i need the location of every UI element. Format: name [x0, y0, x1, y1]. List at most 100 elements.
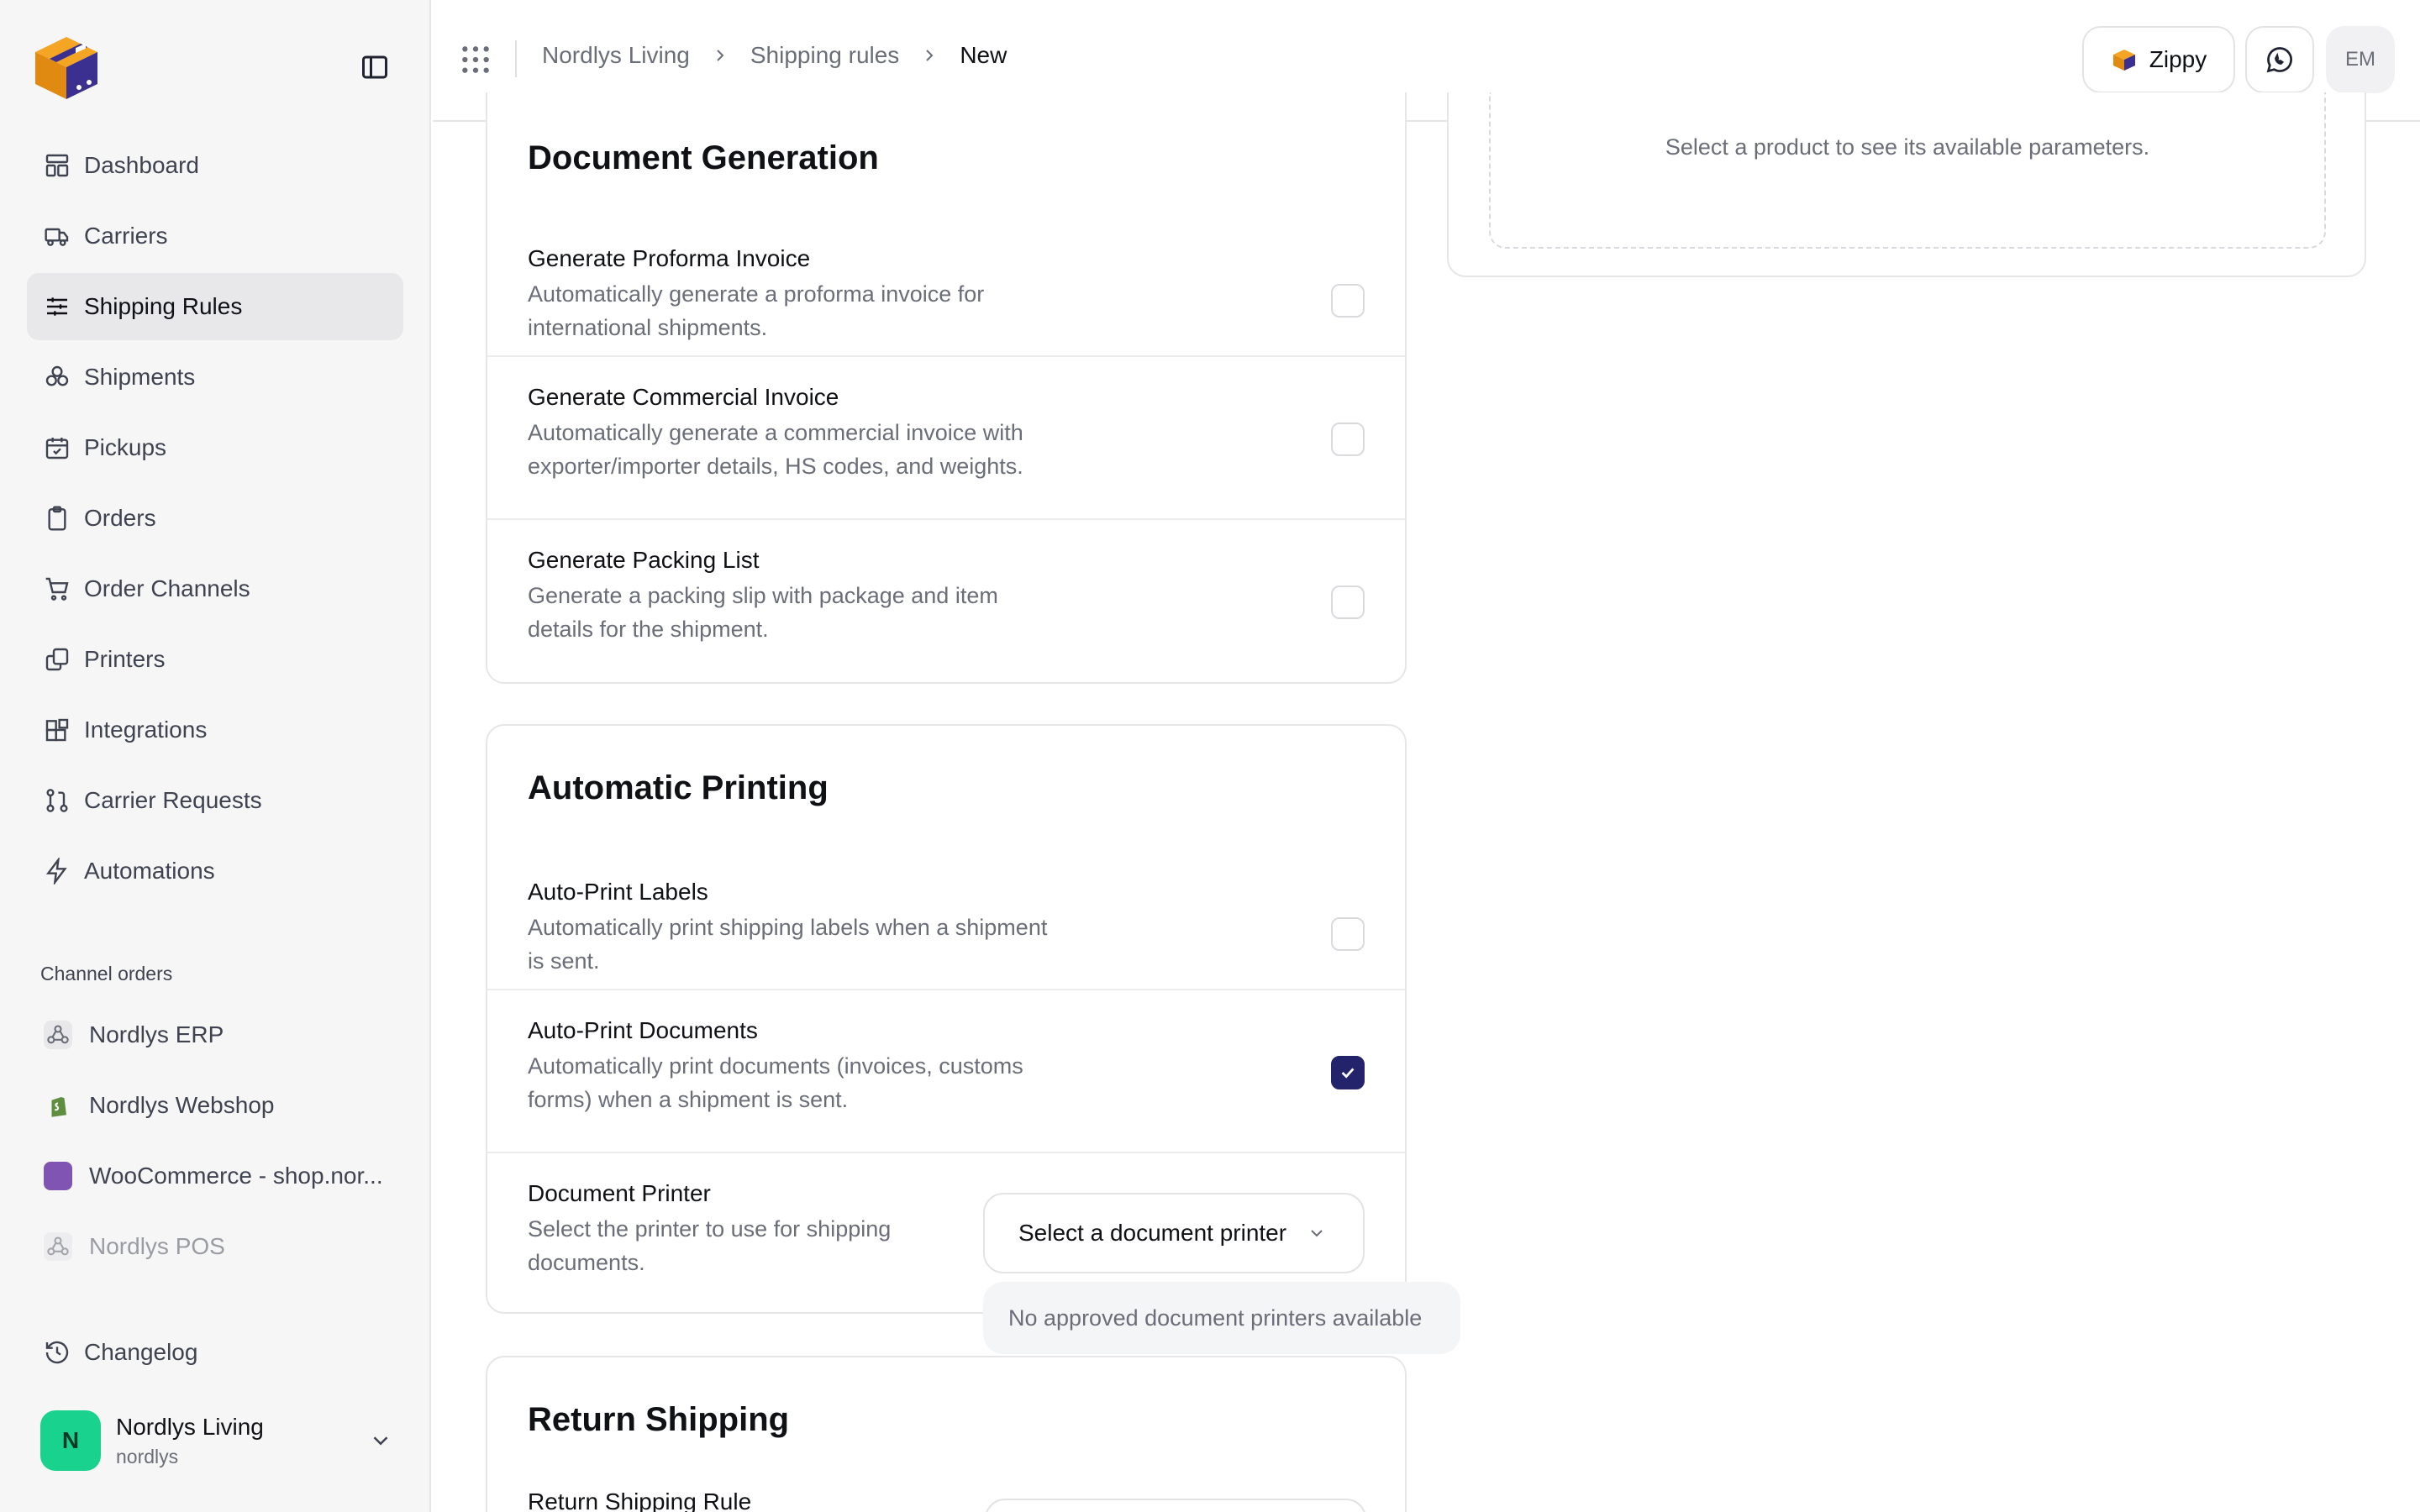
return-shipping-card: Return Shipping Return Shipping Rule [486, 1356, 1407, 1512]
app-logo[interactable] [29, 29, 104, 104]
sidebar-item-carriers[interactable]: Carriers [27, 202, 403, 270]
sidebar-item-shipments[interactable]: Shipments [27, 344, 403, 411]
truck-icon [45, 228, 69, 246]
setting-description: Automatically generate a proforma invoic… [528, 281, 985, 340]
woocommerce-icon [44, 1162, 72, 1190]
sidebar-item-pickups[interactable]: Pickups [27, 414, 403, 481]
channel-orders-heading: Channel orders [40, 963, 173, 984]
parameters-empty-text: Select a product to see its available pa… [1665, 134, 2150, 160]
chat-icon [2266, 47, 2292, 73]
sidebar-item-automations[interactable]: Automations [27, 837, 403, 905]
chat-button[interactable] [2245, 26, 2314, 93]
return-shipping-rule-select[interactable] [985, 1499, 1366, 1512]
packing-list-checkbox[interactable] [1331, 585, 1365, 619]
chevron-right-icon [717, 50, 724, 61]
channel-item-nordlys-pos[interactable]: Nordlys POS [27, 1211, 403, 1282]
proforma-invoice-checkbox[interactable] [1331, 284, 1365, 318]
sidebar-item-printers[interactable]: Printers [27, 626, 403, 693]
setting-description: Automatically generate a commercial invo… [528, 420, 1023, 479]
zippy-label: Zippy [2149, 46, 2207, 72]
setting-row-auto-print-documents: Auto-Print Documents Automatically print… [487, 989, 1405, 1152]
parameters-empty-state: Select a product to see its available pa… [1489, 92, 2326, 249]
sidebar-item-label: Dashboard [84, 152, 199, 178]
apps-grid-icon[interactable] [460, 44, 492, 76]
channel-item-nordlys-erp[interactable]: Nordlys ERP [27, 1000, 403, 1070]
setting-description: Generate a packing slip with package and… [528, 583, 998, 642]
sidebar-item-label: Printers [84, 646, 166, 672]
dashboard-icon [45, 154, 69, 177]
check-icon [1341, 1068, 1355, 1079]
bolt-icon [45, 858, 67, 885]
setting-title: Generate Commercial Invoice [528, 384, 839, 410]
chevron-down-icon [1311, 1230, 1323, 1237]
return-shipping-rule-title: Return Shipping Rule [528, 1488, 752, 1512]
chevron-right-icon [926, 50, 934, 61]
setting-row-proforma-invoice: Generate Proforma Invoice Automatically … [487, 218, 1405, 365]
auto-print-documents-checkbox[interactable] [1331, 1056, 1365, 1089]
account-name: Nordlys Living [116, 1413, 264, 1440]
header-divider [515, 40, 517, 77]
sidebar-item-label: Integrations [84, 717, 208, 743]
account-slug: nordlys [116, 1445, 179, 1467]
document-generation-title: Document Generation [528, 139, 879, 176]
account-switcher[interactable]: N Nordlys Living nordlys [40, 1410, 393, 1472]
commercial-invoice-checkbox[interactable] [1331, 423, 1365, 456]
document-printer-select[interactable]: Select a document printer [983, 1193, 1365, 1273]
calendar-icon [45, 438, 69, 459]
sidebar-item-order-channels[interactable]: Order Channels [27, 555, 403, 622]
channel-label: WooCommerce - shop.nor... [89, 1163, 383, 1189]
blocks-icon [45, 718, 69, 742]
clipboard-icon [48, 506, 66, 531]
sidebar-item-changelog[interactable]: Changelog [27, 1319, 403, 1386]
channel-label: Nordlys ERP [89, 1021, 224, 1047]
sidebar-item-shipping-rules[interactable]: Shipping Rules [27, 273, 403, 340]
document-printer-hint: No approved document printers available [983, 1282, 1460, 1354]
sidebar-item-label: Shipping Rules [84, 293, 243, 319]
chevron-down-icon [373, 1436, 388, 1446]
sidebar-item-label: Pickups [84, 434, 167, 460]
sidebar-item-label: Shipments [84, 364, 196, 390]
webhook-icon [44, 1232, 72, 1261]
sidebar-item-label: Orders [84, 505, 156, 531]
setting-description: Select the printer to use for shipping d… [528, 1216, 892, 1275]
avatar: N [40, 1410, 101, 1471]
main-nav: Dashboard Carriers Shipping Rules Shipme… [27, 132, 403, 908]
zippy-button[interactable]: Zippy [2082, 26, 2235, 93]
history-icon [45, 1341, 69, 1364]
sidebar-item-integrations[interactable]: Integrations [27, 696, 403, 764]
copy-icon [45, 648, 69, 671]
breadcrumb-item-shipping-rules[interactable]: Shipping rules [750, 42, 899, 69]
channel-item-nordlys-webshop[interactable]: Nordlys Webshop [27, 1070, 403, 1141]
sidebar-item-label: Order Channels [84, 575, 250, 601]
sidebar-toggle-icon[interactable] [360, 52, 390, 82]
sidebar-item-orders[interactable]: Orders [27, 485, 403, 552]
cart-icon [45, 577, 69, 601]
breadcrumb: Nordlys Living Shipping rules New [542, 42, 1007, 69]
setting-title: Generate Proforma Invoice [528, 245, 811, 271]
document-printer-placeholder: Select a document printer [1018, 1220, 1287, 1246]
setting-description: Automatically print documents (invoices,… [528, 1053, 1023, 1112]
boxes-icon [45, 365, 69, 386]
setting-row-packing-list: Generate Packing List Generate a packing… [487, 518, 1405, 681]
channel-list: Nordlys ERP Nordlys Webshop WooCommerce … [27, 1000, 403, 1282]
sidebar-item-label: Carrier Requests [84, 787, 262, 813]
channel-label: Nordlys POS [89, 1233, 225, 1259]
setting-row-commercial-invoice: Generate Commercial Invoice Automaticall… [487, 355, 1405, 518]
return-shipping-title: Return Shipping [528, 1401, 790, 1438]
breadcrumb-item-org[interactable]: Nordlys Living [542, 42, 690, 69]
shopify-icon [44, 1091, 72, 1120]
sidebar-item-label: Carriers [84, 223, 168, 249]
setting-title: Auto-Print Documents [528, 1017, 758, 1043]
user-avatar-button[interactable]: EM [2326, 26, 2395, 93]
auto-print-labels-checkbox[interactable] [1331, 917, 1365, 951]
sidebar-item-label: Changelog [84, 1339, 198, 1365]
setting-row-auto-print-labels: Auto-Print Labels Automatically print sh… [487, 852, 1405, 998]
setting-title: Auto-Print Labels [528, 879, 708, 905]
sidebar-item-carrier-requests[interactable]: Carrier Requests [27, 767, 403, 834]
sidebar-item-dashboard[interactable]: Dashboard [27, 132, 403, 199]
sidebar-item-label: Automations [84, 858, 215, 884]
channel-item-woocommerce[interactable]: WooCommerce - shop.nor... [27, 1141, 403, 1211]
parameters-card: Select a product to see its available pa… [1447, 92, 2366, 277]
automatic-printing-title: Automatic Printing [528, 769, 829, 806]
setting-title: Document Printer [528, 1180, 711, 1206]
